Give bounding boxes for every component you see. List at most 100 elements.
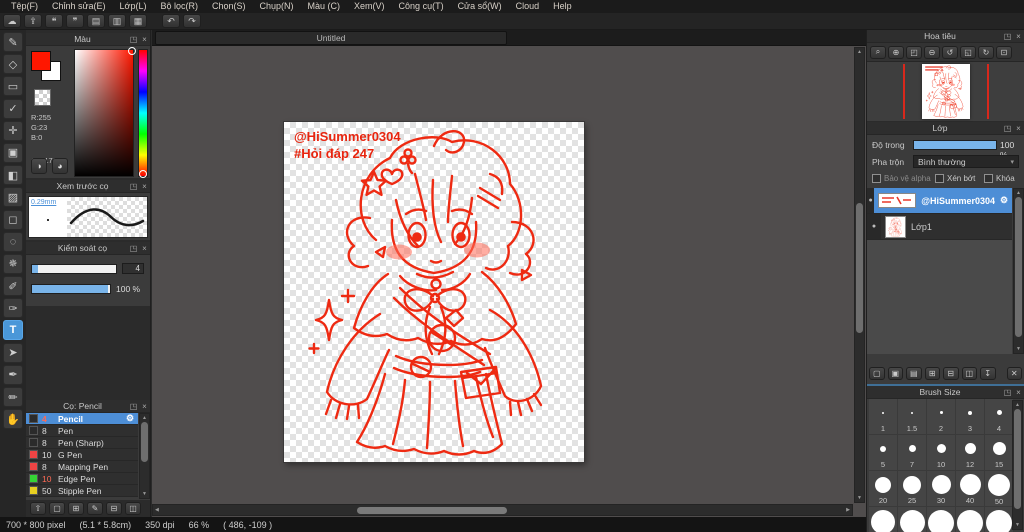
popout-icon[interactable]: ◳ — [128, 244, 139, 253]
brush-size-cell[interactable]: 7 — [898, 435, 927, 471]
gradient-tool-icon[interactable]: ▨ — [3, 187, 23, 208]
brush-size-cell[interactable]: 200 — [956, 507, 985, 532]
lock-canvas-icon[interactable]: ⊡ — [996, 45, 1012, 59]
palette-add-icon[interactable]: ◕ — [52, 158, 68, 174]
brush-row-stipple-pen[interactable]: 50 Stipple Pen — [26, 485, 138, 497]
comment-icon[interactable]: ❝ — [45, 14, 63, 28]
close-icon[interactable]: × — [139, 35, 150, 44]
brush-size-cell[interactable]: 25 — [898, 471, 927, 507]
hue-cursor[interactable] — [139, 170, 147, 178]
brush-size-cell[interactable]: 150 — [927, 507, 956, 532]
rectangle-tool-icon[interactable]: ▭ — [3, 76, 23, 97]
popout-icon[interactable]: ◳ — [128, 402, 139, 411]
menu-tools[interactable]: Công cụ(T) — [392, 0, 451, 13]
select-pen-tool-icon[interactable]: ✐ — [3, 276, 23, 297]
menu-edit[interactable]: Chỉnh sửa(E) — [45, 0, 113, 13]
hand-tool-icon[interactable]: ✋ — [3, 409, 23, 430]
brush-list-scrollbar[interactable]: ▲ ▼ — [139, 413, 150, 499]
close-icon[interactable]: × — [1013, 124, 1024, 133]
menu-cloud[interactable]: Cloud — [509, 0, 547, 13]
popout-icon[interactable]: ◳ — [128, 35, 139, 44]
alpha-protect-checkbox[interactable]: Bảo vệ alpha — [872, 174, 931, 183]
layer-visibility-icon[interactable]: ● — [867, 214, 881, 239]
brush-size-cell[interactable]: 2 — [927, 399, 956, 435]
menu-window[interactable]: Cửa sổ(W) — [451, 0, 509, 13]
eraser-tool-icon[interactable]: ◇ — [3, 54, 23, 75]
brush-row-pen-sharp[interactable]: 8 Pen (Sharp) — [26, 437, 138, 449]
redo-icon[interactable]: ↷ — [183, 14, 201, 28]
cloud-brush-icon[interactable]: ⇧ — [30, 502, 46, 515]
popout-icon[interactable]: ◳ — [1002, 388, 1013, 397]
gear-icon[interactable]: ⚙ — [126, 413, 138, 424]
zoom-out-icon[interactable]: ⊖ — [924, 45, 940, 59]
brush-size-scrollbar[interactable]: ▲ ▼ — [1012, 400, 1023, 530]
menu-help[interactable]: Help — [546, 0, 579, 13]
brush-row-pencil[interactable]: 4 Pencil ⚙ — [26, 413, 138, 425]
brush-size-cell[interactable]: 70 — [869, 507, 898, 532]
edit-brush-icon[interactable]: ✎ — [87, 502, 103, 515]
hue-slider[interactable] — [138, 49, 148, 178]
zoom-in-icon[interactable]: ⊕ — [888, 45, 904, 59]
duplicate-layer-icon[interactable]: ◫ — [961, 367, 977, 380]
layer-row[interactable]: ● @HiSummer0304 ⚙ — [867, 188, 1012, 214]
navigator-viewport[interactable] — [867, 62, 1024, 121]
menu-filter[interactable]: Bộ lọc(R) — [153, 0, 205, 13]
menu-file[interactable]: Tệp(F) — [4, 0, 45, 13]
material-grid-icon[interactable]: ▦ — [129, 14, 147, 28]
palette-icon[interactable]: ◑ — [31, 158, 47, 174]
select-eraser-tool-icon[interactable]: ✑ — [3, 298, 23, 319]
fill-shape-tool-icon[interactable]: ▣ — [3, 142, 23, 163]
layer-opacity-slider[interactable] — [913, 140, 997, 150]
reset-view-icon[interactable]: ◱ — [960, 45, 976, 59]
cloud-icon[interactable]: ☁ — [3, 14, 21, 28]
add-brush-icon[interactable]: ▢ — [49, 502, 65, 515]
chat-icon[interactable]: ❞ — [66, 14, 84, 28]
operation-tool-icon[interactable]: ➤ — [3, 342, 23, 363]
brush-size-cell[interactable]: 3 — [956, 399, 985, 435]
brush-size-cell[interactable]: 50 — [985, 471, 1014, 507]
delete-layer-icon[interactable]: ✕ — [1006, 367, 1022, 380]
brush-size-cell[interactable]: 300 — [985, 507, 1014, 532]
move-tool-icon[interactable]: ✛ — [3, 120, 23, 141]
close-icon[interactable]: × — [139, 182, 150, 191]
brush-row-pen[interactable]: 8 Pen — [26, 425, 138, 437]
brush-size-slider[interactable] — [31, 264, 117, 274]
new-layer-icon[interactable]: ▢ — [869, 367, 885, 380]
pen-tool-icon[interactable]: ✏ — [3, 387, 23, 407]
merge-layer-icon[interactable]: ↧ — [980, 367, 996, 380]
close-icon[interactable]: × — [139, 402, 150, 411]
panel-layout-icon[interactable]: ▥ — [108, 14, 126, 28]
menu-snap[interactable]: Chụp(N) — [253, 0, 301, 13]
saturation-value-picker[interactable] — [74, 47, 136, 177]
brush-size-cell[interactable]: 15 — [985, 435, 1014, 471]
close-icon[interactable]: × — [1013, 388, 1024, 397]
rotate-ccw-icon[interactable]: ↺ — [942, 45, 958, 59]
eyedropper-tool-icon[interactable]: ✒ — [3, 364, 23, 385]
brush-size-value[interactable]: 4 — [122, 263, 144, 274]
brush-size-cell[interactable]: 4 — [985, 399, 1014, 435]
canvas-vertical-scrollbar[interactable]: ▲ ▼ — [854, 47, 865, 503]
popout-icon[interactable]: ◳ — [1002, 124, 1013, 133]
popout-icon[interactable]: ◳ — [128, 182, 139, 191]
add-brush-menu-icon[interactable]: ⊞ — [68, 502, 84, 515]
add-layer-menu-icon[interactable]: ⊞ — [924, 367, 940, 380]
menu-layer[interactable]: Lớp(L) — [113, 0, 154, 13]
brush-row-mapping-pen[interactable]: 8 Mapping Pen — [26, 461, 138, 473]
canvas-horizontal-scrollbar[interactable]: ◀ ▶ — [152, 504, 853, 516]
select-tool-icon[interactable]: ◻ — [3, 209, 23, 230]
layers-scrollbar[interactable]: ▲ ▼ — [1013, 188, 1024, 354]
new-1bit-layer-icon[interactable]: ▤ — [906, 367, 922, 380]
close-icon[interactable]: × — [139, 244, 150, 253]
sv-cursor[interactable] — [128, 47, 136, 55]
bucket-tool-icon[interactable]: ◧ — [3, 165, 23, 186]
duplicate-brush-icon[interactable]: ◫ — [125, 502, 141, 515]
undo-icon[interactable]: ↶ — [162, 14, 180, 28]
layer-visibility-icon[interactable]: ● — [867, 188, 875, 213]
blend-mode-dropdown[interactable]: Bình thường ▾ — [913, 155, 1019, 168]
layer-row[interactable]: ● Lớp1 — [867, 214, 1012, 240]
rotate-cw-icon[interactable]: ↻ — [978, 45, 994, 59]
close-icon[interactable]: × — [1013, 32, 1024, 41]
foreground-color-swatch[interactable] — [31, 51, 51, 71]
zoom-actual-icon[interactable]: ⌕ — [870, 45, 886, 59]
new-canvas-icon[interactable]: ▤ — [87, 14, 105, 28]
